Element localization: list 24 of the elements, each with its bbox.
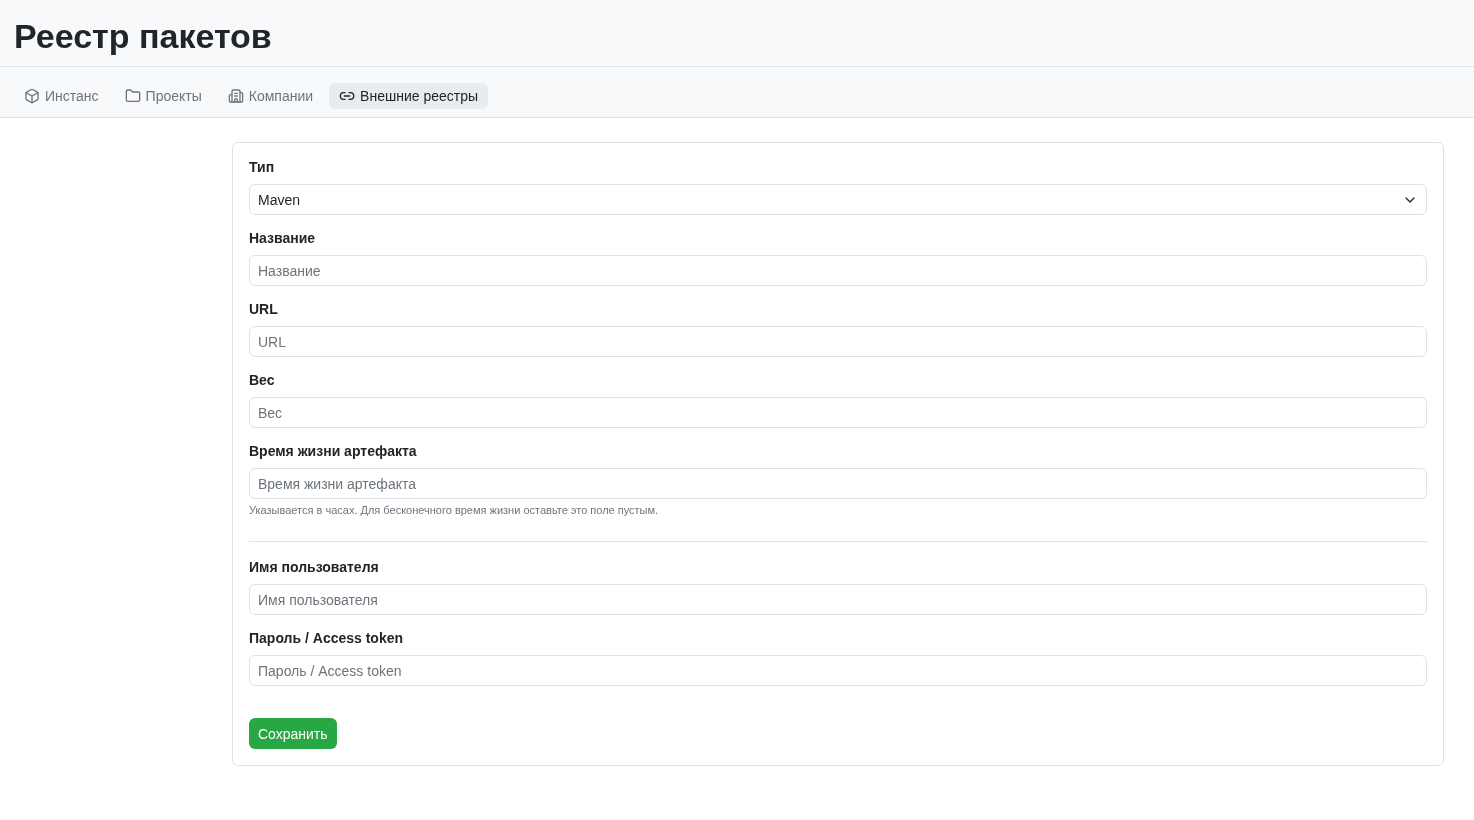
field-label: Вес bbox=[249, 372, 276, 388]
nav-tab[interactable]: Инстанс bbox=[14, 83, 109, 109]
field-label: Тип bbox=[249, 159, 276, 175]
field-label: URL bbox=[249, 301, 279, 317]
input-field[interactable]: Время жизни артефакта bbox=[249, 468, 1427, 499]
input-field[interactable]: URL bbox=[249, 326, 1427, 357]
field-hint: Указывается в часах. Для бесконечного время жизни оставьте это поле пустым. bbox=[249, 504, 660, 516]
nav-tab[interactable]: Проекты bbox=[114, 83, 212, 109]
field-label: Название bbox=[249, 230, 317, 246]
building-icon bbox=[227, 88, 244, 104]
folder-icon bbox=[124, 88, 141, 104]
field-label: Имя пользователя bbox=[249, 559, 380, 575]
type-select[interactable]: Maven bbox=[249, 184, 1427, 215]
input-field[interactable]: Имя пользователя bbox=[249, 584, 1427, 615]
box-icon bbox=[24, 88, 40, 104]
nav-tab[interactable]: Внешние реестры bbox=[329, 83, 488, 109]
page-title: Реестр пакетов bbox=[14, 16, 273, 57]
password-field[interactable]: Пароль / Access token bbox=[249, 655, 1427, 686]
save-button[interactable]: Сохранить bbox=[249, 718, 337, 749]
input-field[interactable]: Вес bbox=[249, 397, 1427, 428]
nav-tab[interactable]: Компании bbox=[217, 83, 324, 109]
input-field[interactable]: Название bbox=[249, 255, 1427, 286]
field-label: Пароль / Access token bbox=[249, 630, 405, 646]
field-label: Время жизни артефакта bbox=[249, 443, 418, 459]
